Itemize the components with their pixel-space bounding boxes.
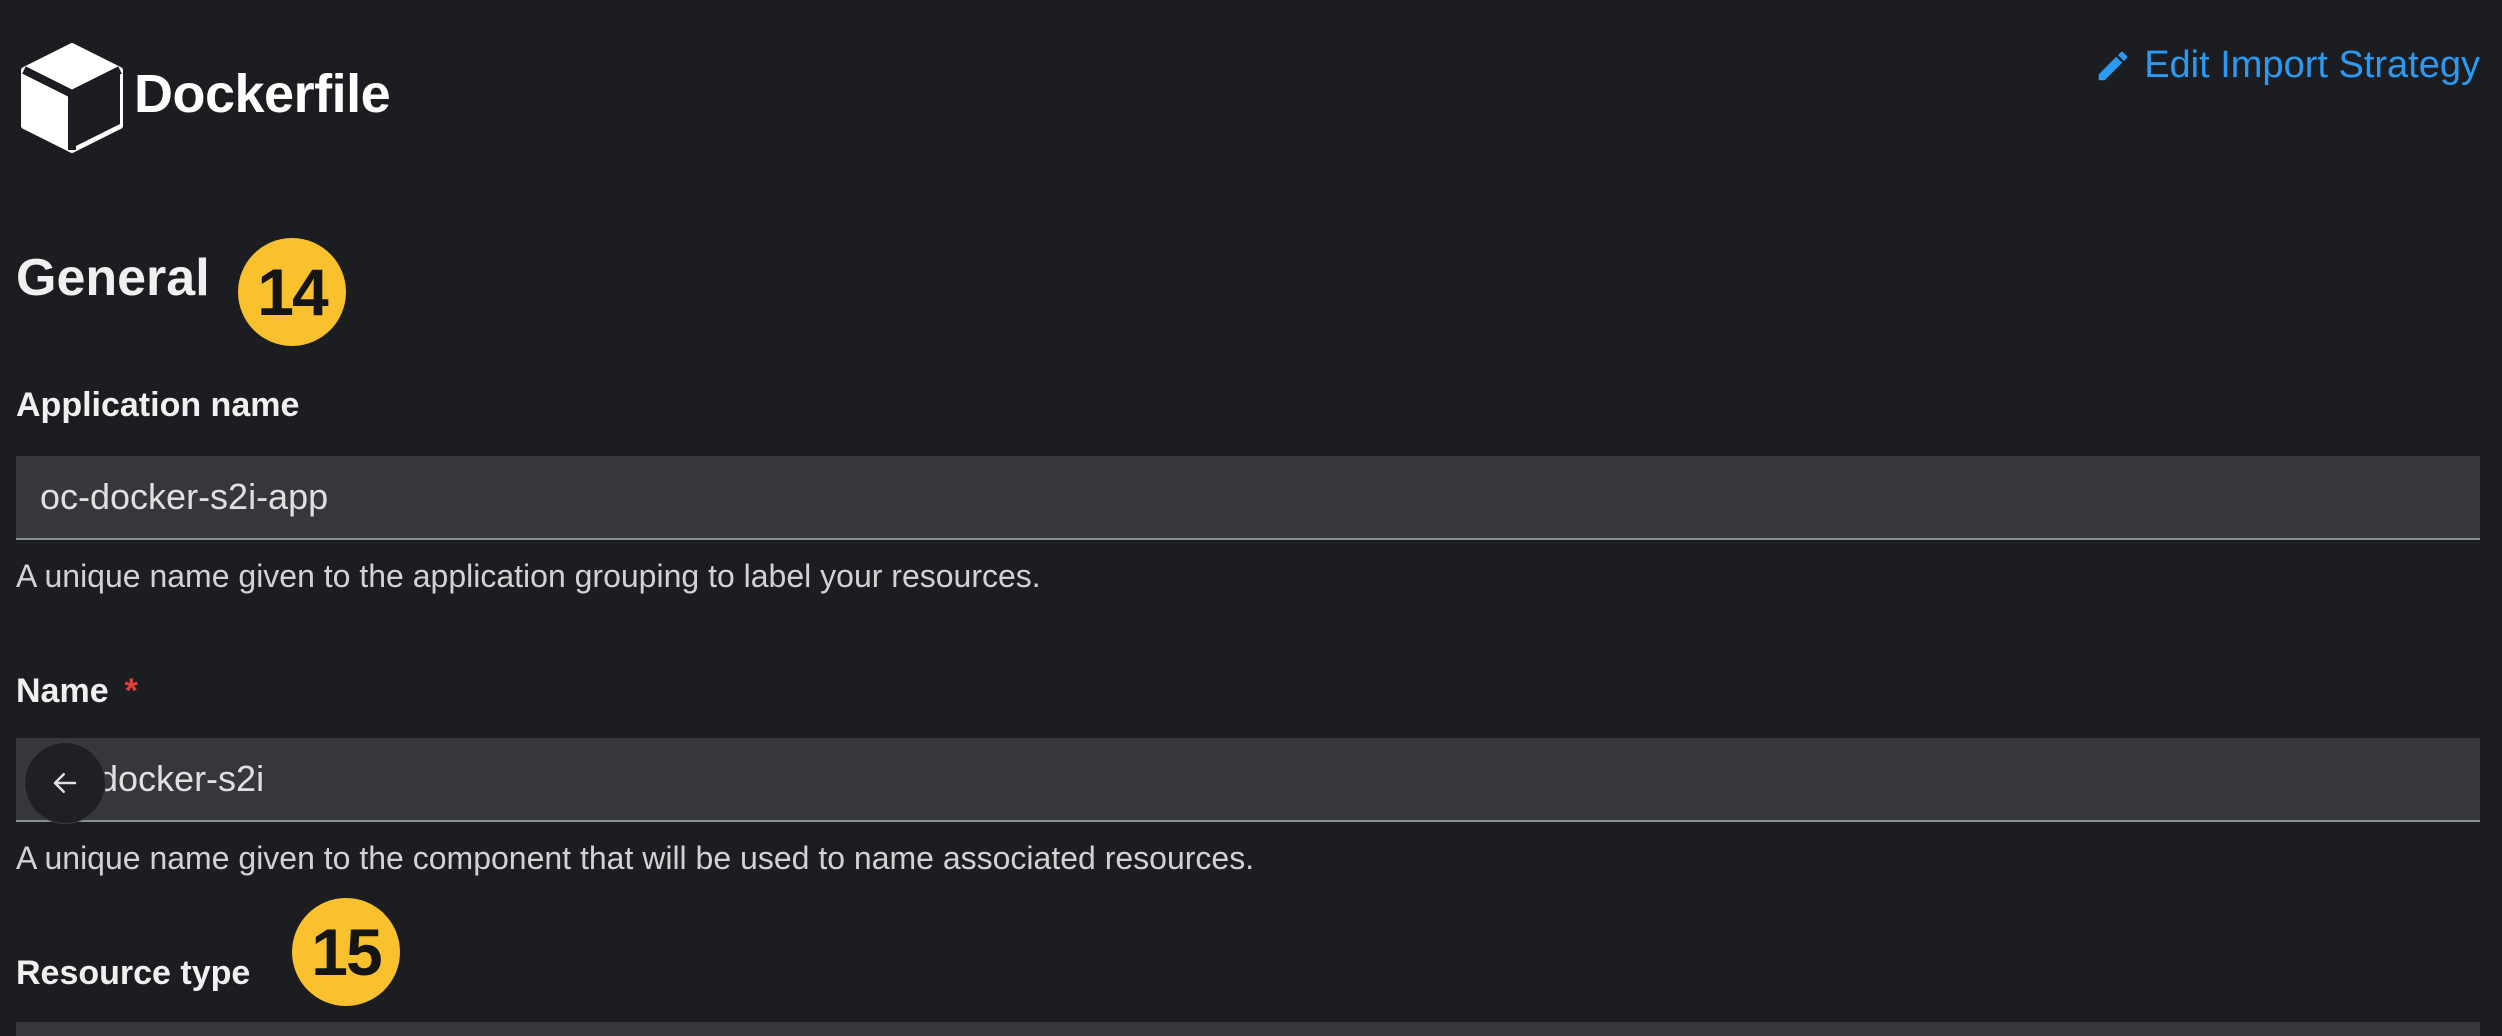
resource-type-label: Resource type xyxy=(16,954,251,992)
edit-import-strategy-label: Edit Import Strategy xyxy=(2144,44,2480,86)
arrow-left-icon xyxy=(53,773,77,793)
import-form-page: Dockerfile Edit Import Strategy General … xyxy=(0,0,2502,1036)
name-value: docker-s2i xyxy=(98,758,265,799)
step-badge: 14 xyxy=(238,238,346,346)
pencil-icon xyxy=(2098,51,2128,80)
required-marker: * xyxy=(124,672,138,710)
name-help: A unique name given to the component tha… xyxy=(16,840,1255,876)
name-label: Name * xyxy=(16,672,138,711)
application-name-field[interactable]: oc-docker-s2i-app xyxy=(16,456,2480,540)
name-field[interactable]: docker-s2i xyxy=(16,738,2480,822)
resource-type-select[interactable] xyxy=(16,1022,2480,1036)
step-badge: 15 xyxy=(292,898,400,1006)
import-strategy-header: Dockerfile xyxy=(16,40,391,156)
application-name-value: oc-docker-s2i-app xyxy=(40,476,329,517)
application-name-help: A unique name given to the application g… xyxy=(16,558,1041,594)
edit-import-strategy-link[interactable]: Edit Import Strategy xyxy=(2094,44,2480,87)
application-name-label: Application name xyxy=(16,386,300,424)
back-button[interactable] xyxy=(24,742,106,824)
name-label-text: Name xyxy=(16,672,109,710)
section-title-general: General xyxy=(16,249,210,307)
page-title: Dockerfile xyxy=(134,64,391,124)
cube-icon xyxy=(21,43,123,153)
